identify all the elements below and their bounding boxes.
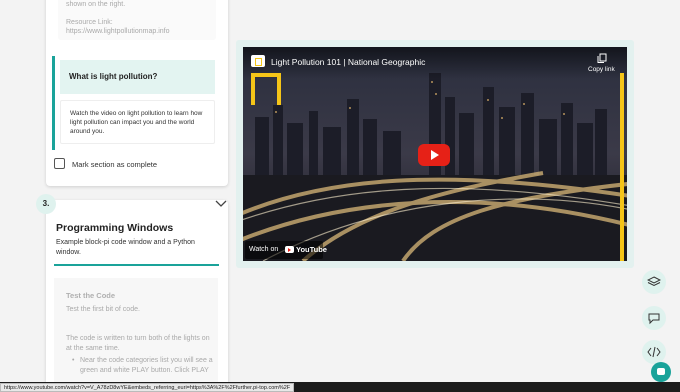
copy-link-label[interactable]: Copy link [588,66,615,73]
lesson-column: shown on the right. Resource Link: https… [36,0,228,392]
chat-launcher-button[interactable] [651,362,671,382]
ng-frame-border-right [620,73,624,261]
title-divider [54,264,219,266]
resource-box: shown on the right. Resource Link: https… [58,0,216,40]
step-number-badge: 3. [36,194,56,214]
section-body-box: Watch the video on light pollution to le… [60,100,215,144]
status-url: https://www.youtube.com/watch?v=V_A78zD8… [0,383,295,392]
chevron-down-icon[interactable] [215,200,227,208]
code-tool-button[interactable] [642,340,666,364]
section-heading: What is light pollution? [69,72,158,81]
play-button[interactable] [418,144,450,166]
test-code-subtitle: Test the first bit of code. [66,306,140,313]
comment-icon [648,313,660,325]
ng-frame-border [251,73,281,105]
watch-on-youtube-button[interactable]: Watch on YouTube [245,241,327,259]
video-embed-frame: Light Pollution 101 | National Geographi… [236,40,634,268]
mark-complete-label[interactable]: Mark section as complete [72,160,157,169]
test-code-text: The code is written to turn both of the … [66,335,210,352]
national-geographic-logo [251,55,265,67]
resource-text: shown on the right. [66,1,126,8]
copy-icon[interactable] [597,53,607,63]
resource-link[interactable]: https://www.lightpollutionmap.info [66,27,170,37]
youtube-player[interactable]: Light Pollution 101 | National Geographi… [243,47,627,261]
youtube-label: YouTube [296,245,327,254]
code-icon [647,346,661,358]
chat-icon [657,368,665,375]
watch-on-label: Watch on [249,246,279,253]
section-body: Watch the video on light pollution to le… [70,110,203,135]
layers-icon [647,276,661,287]
mark-complete-checkbox[interactable] [54,158,65,169]
card-title: Programming Windows [56,222,174,234]
youtube-icon [285,246,294,253]
test-code-title: Test the Code [66,291,116,300]
test-code-box: Test the Code Test the first bit of code… [54,278,218,392]
layers-tool-button[interactable] [642,270,666,294]
programming-windows-card: 3. Programming Windows Example block-pi … [36,194,228,392]
section-card: shown on the right. Resource Link: https… [46,0,228,186]
comment-tool-button[interactable] [642,306,666,330]
test-code-bullet: Near the code categories list you will s… [72,356,214,376]
card-description: Example block-pi code window and a Pytho… [56,239,195,256]
section-heading-box: What is light pollution? [60,60,215,94]
light-pollution-section: What is light pollution? Watch the video… [52,56,216,150]
video-title[interactable]: Light Pollution 101 | National Geographi… [271,57,425,67]
